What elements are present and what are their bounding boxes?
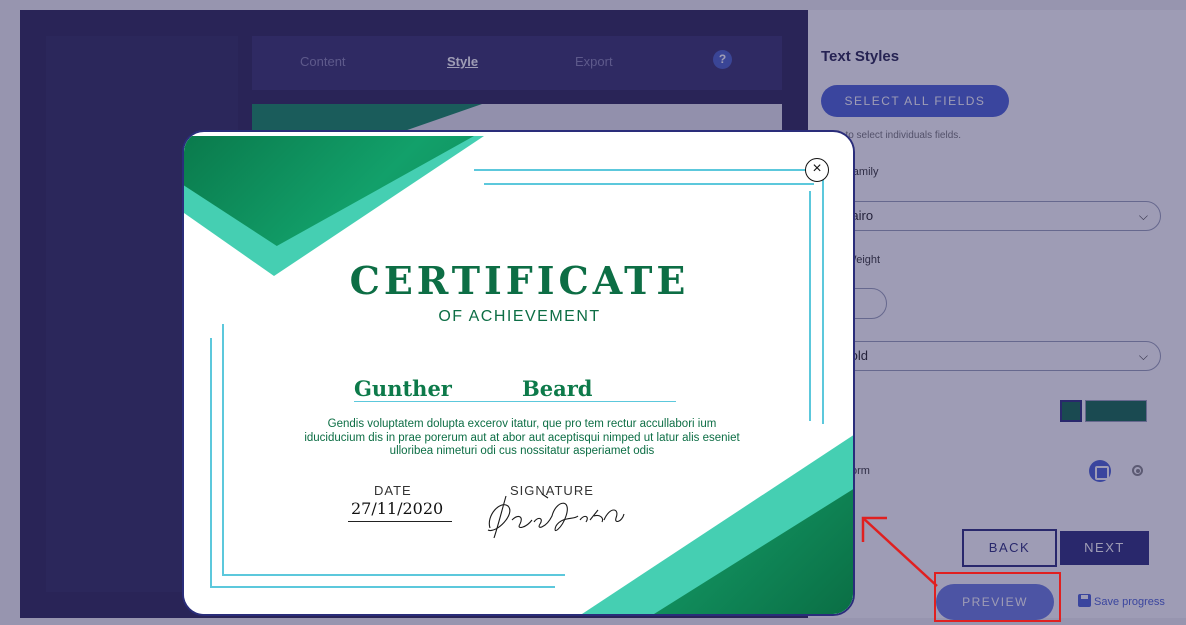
date-value[interactable]: 27/11/2020 <box>351 499 443 518</box>
certificate-preview: CERTIFICATE OF ACHIEVEMENT Gunther Beard… <box>184 136 853 614</box>
frame-rule <box>222 574 565 576</box>
date-label: DATE <box>374 483 412 498</box>
certificate-title: CERTIFICATE <box>349 258 690 303</box>
frame-rule <box>474 169 814 171</box>
certificate-body-text[interactable]: Gendis voluptatem dolupta excerov itatur… <box>302 418 742 459</box>
recipient-first-name[interactable]: Gunther <box>354 376 452 401</box>
name-underline <box>354 401 676 402</box>
recipient-last-name[interactable]: Beard <box>522 376 592 401</box>
date-underline <box>348 521 452 522</box>
close-icon[interactable]: × <box>805 158 829 182</box>
app-window: Content Style Export ? Text Styles SELEC… <box>0 0 1186 625</box>
frame-rule <box>809 191 811 421</box>
preview-modal: CERTIFICATE OF ACHIEVEMENT Gunther Beard… <box>182 130 855 616</box>
certificate-subtitle: OF ACHIEVEMENT <box>438 308 601 325</box>
frame-rule <box>484 183 814 185</box>
frame-rule <box>210 586 555 588</box>
signature-stroke <box>487 493 625 539</box>
arrow-shaft <box>862 517 938 587</box>
preview-highlight-box <box>934 572 1061 622</box>
frame-rule <box>222 324 224 576</box>
signature-image <box>487 493 625 539</box>
annotation-arrow <box>861 516 938 587</box>
frame-rule <box>210 338 212 588</box>
